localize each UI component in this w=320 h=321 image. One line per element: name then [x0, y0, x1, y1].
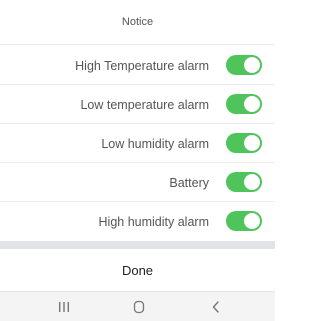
toggle-knob	[244, 57, 260, 73]
low-temperature-alarm-toggle[interactable]	[226, 94, 262, 114]
toggle-knob	[244, 135, 260, 151]
home-icon[interactable]	[119, 292, 159, 321]
alarm-row-low-humidity: Low humidity alarm	[0, 124, 275, 163]
notice-sheet: Notice High Temperature alarm Low temper…	[0, 0, 275, 321]
alarm-row-high-temperature: High Temperature alarm	[0, 46, 275, 85]
toggle-knob	[244, 213, 260, 229]
high-humidity-alarm-toggle[interactable]	[226, 211, 262, 231]
low-humidity-alarm-toggle[interactable]	[226, 133, 262, 153]
alarm-label: Low humidity alarm	[101, 136, 209, 151]
alarm-row-battery: Battery	[0, 163, 275, 202]
alarm-label: High Temperature alarm	[75, 58, 209, 73]
toggle-knob	[244, 174, 260, 190]
alarm-label: Low temperature alarm	[80, 97, 209, 112]
alarm-label: Battery	[169, 175, 209, 190]
battery-alarm-toggle[interactable]	[226, 172, 262, 192]
recent-apps-icon[interactable]	[44, 292, 84, 321]
alarm-row-low-temperature: Low temperature alarm	[0, 85, 275, 124]
toggle-knob	[244, 96, 260, 112]
back-icon[interactable]	[196, 292, 236, 321]
alarm-label: High humidity alarm	[98, 214, 209, 229]
high-temperature-alarm-toggle[interactable]	[226, 55, 262, 75]
done-button[interactable]: Done	[0, 249, 275, 291]
system-navigation-bar	[0, 291, 275, 321]
alarm-row-high-humidity: High humidity alarm	[0, 202, 275, 241]
section-divider	[0, 241, 275, 249]
sheet-title: Notice	[0, 0, 275, 45]
